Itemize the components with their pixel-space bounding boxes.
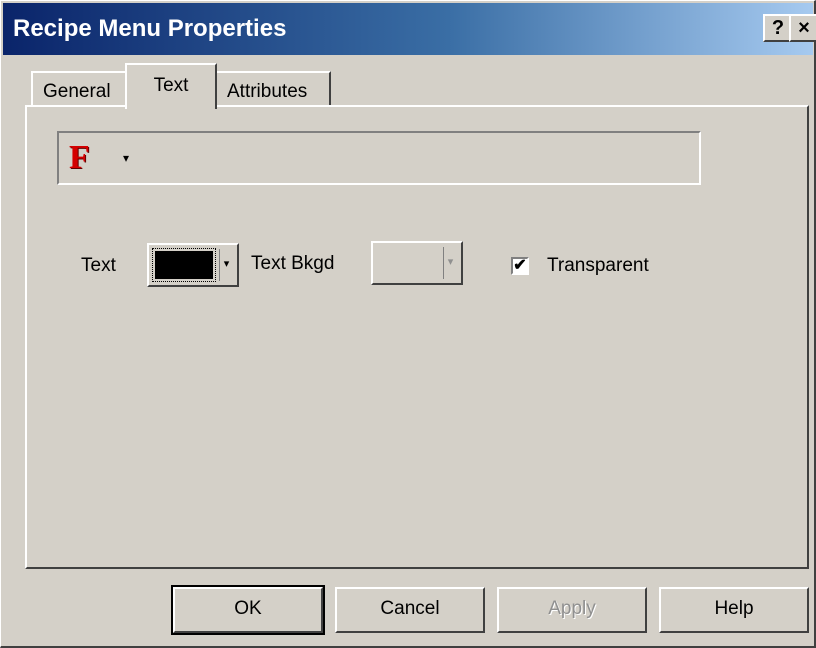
font-icon[interactable]: F xyxy=(69,139,90,177)
chevron-down-icon[interactable]: ▾ xyxy=(443,247,457,279)
tab-general[interactable]: General xyxy=(31,71,127,107)
text-bkgd-color-picker[interactable]: ▾ xyxy=(371,241,463,285)
title-bar[interactable]: Recipe Menu Properties ? × xyxy=(3,3,816,55)
text-color-label: Text xyxy=(81,255,116,276)
text-color-picker[interactable]: ▾ xyxy=(147,243,239,287)
transparent-label[interactable]: Transparent xyxy=(547,255,649,277)
chevron-down-icon[interactable]: ▾ xyxy=(219,249,233,281)
apply-button[interactable]: Apply xyxy=(497,587,647,633)
font-toolbar: F ▾ xyxy=(57,131,701,185)
help-button[interactable]: Help xyxy=(659,587,809,633)
transparent-checkbox[interactable]: ✔ xyxy=(511,257,529,275)
window-title: Recipe Menu Properties xyxy=(13,15,287,42)
recipe-menu-properties-dialog: Recipe Menu Properties ? × General Attri… xyxy=(0,0,816,648)
text-bkgd-label: Text Bkgd xyxy=(251,253,335,274)
text-color-swatch xyxy=(152,248,216,282)
tab-text[interactable]: Text xyxy=(125,63,217,109)
ok-button[interactable]: OK xyxy=(171,585,325,635)
cancel-button[interactable]: Cancel xyxy=(335,587,485,633)
tab-attributes[interactable]: Attributes xyxy=(215,71,331,107)
font-dropdown-icon[interactable]: ▾ xyxy=(123,151,129,165)
close-title-button[interactable]: × xyxy=(789,14,816,42)
